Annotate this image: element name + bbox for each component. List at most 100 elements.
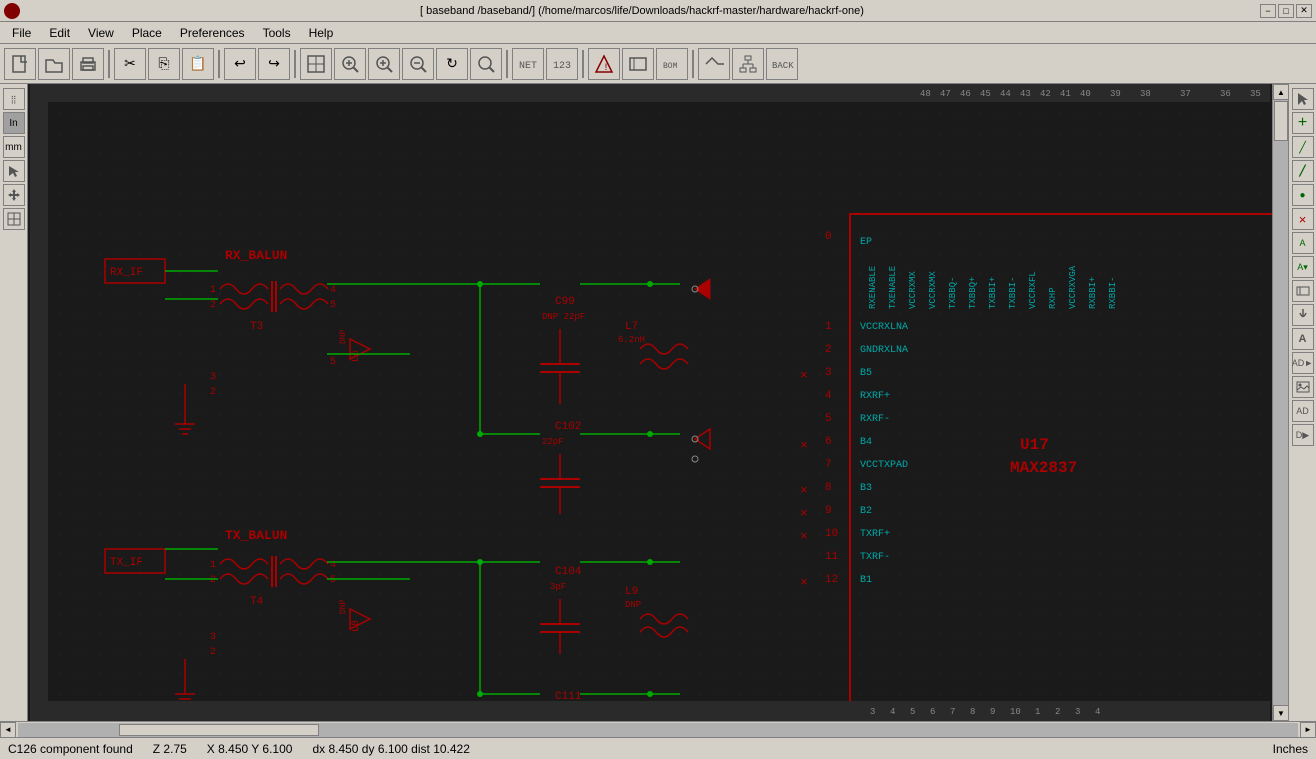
svg-text:VCCTXPAD: VCCTXPAD: [860, 460, 908, 471]
navigate-tool[interactable]: D▶: [1292, 424, 1314, 446]
fields-button[interactable]: [622, 48, 654, 80]
svg-text:5: 5: [825, 413, 832, 425]
maximize-button[interactable]: □: [1278, 4, 1294, 18]
svg-text:8: 8: [970, 707, 975, 717]
svg-text:RXRF-: RXRF-: [860, 414, 890, 425]
erc-button[interactable]: !: [588, 48, 620, 80]
svg-text:5: 5: [330, 357, 336, 368]
text-tool-2[interactable]: AD►: [1292, 352, 1314, 374]
refresh-button[interactable]: ↻: [436, 48, 468, 80]
menu-help[interactable]: Help: [301, 24, 342, 42]
print-button[interactable]: [72, 48, 104, 80]
undo-button[interactable]: ↩: [224, 48, 256, 80]
wire-tool[interactable]: ╱: [1292, 136, 1314, 158]
unit-mm-button[interactable]: mm: [3, 136, 25, 158]
copy-button[interactable]: ⎘: [148, 48, 180, 80]
netnavigator-button[interactable]: [698, 48, 730, 80]
menu-place[interactable]: Place: [124, 24, 170, 42]
globalnet-tool[interactable]: A▾: [1292, 256, 1314, 278]
menu-tools[interactable]: Tools: [255, 24, 299, 42]
svg-text:C102: C102: [555, 421, 581, 433]
minimize-button[interactable]: −: [1260, 4, 1276, 18]
svg-text:×: ×: [800, 368, 808, 383]
svg-text:37: 37: [1180, 89, 1191, 99]
noconnect-tool[interactable]: ×: [1292, 208, 1314, 230]
svg-text:9: 9: [990, 707, 995, 717]
zoom-in-right[interactable]: +: [1292, 112, 1314, 134]
app-icon: [4, 3, 20, 19]
sep3: [294, 50, 296, 78]
power-tool[interactable]: [1292, 304, 1314, 326]
close-button[interactable]: ✕: [1296, 4, 1312, 18]
units: Inches: [1273, 742, 1308, 756]
find-button[interactable]: [470, 48, 502, 80]
svg-text:7: 7: [825, 459, 832, 471]
move-tool[interactable]: [3, 184, 25, 206]
svg-text:3pF: 3pF: [550, 582, 566, 592]
title-text: [ baseband /baseband/] (/home/marcos/lif…: [24, 5, 1260, 17]
svg-text:VCCRXFL: VCCRXFL: [1028, 271, 1038, 309]
redo-button[interactable]: ↪: [258, 48, 290, 80]
image-tool[interactable]: [1292, 376, 1314, 398]
svg-text:2: 2: [210, 647, 216, 658]
zoom-fit-button[interactable]: [300, 48, 332, 80]
svg-text:38: 38: [1140, 89, 1151, 99]
netlabel-tool[interactable]: A: [1292, 232, 1314, 254]
menu-file[interactable]: File: [4, 24, 39, 42]
scroll-thumb[interactable]: [1274, 101, 1288, 141]
component-count: C126 component found: [8, 742, 133, 756]
svg-text:39: 39: [1110, 89, 1121, 99]
open-button[interactable]: [38, 48, 70, 80]
svg-text:43: 43: [1020, 89, 1031, 99]
bom-button[interactable]: BOM: [656, 48, 688, 80]
scroll-down-button[interactable]: ▼: [1273, 705, 1289, 721]
svg-text:5: 5: [330, 575, 336, 586]
svg-text:4: 4: [330, 285, 336, 296]
bus-tool[interactable]: ╱: [1292, 160, 1314, 182]
zoom-in-button[interactable]: [368, 48, 400, 80]
paste-button[interactable]: 📋: [182, 48, 214, 80]
text-tool[interactable]: A: [1292, 328, 1314, 350]
svg-text:9: 9: [825, 505, 832, 517]
cursor-tool-right[interactable]: [1292, 88, 1314, 110]
dots-grip: ⣿: [3, 88, 25, 110]
cut-button[interactable]: ✂: [114, 48, 146, 80]
select-tool[interactable]: [3, 160, 25, 182]
scroll-left-button[interactable]: ◄: [0, 722, 16, 738]
netlist-button[interactable]: NET: [512, 48, 544, 80]
menu-preferences[interactable]: Preferences: [172, 24, 253, 42]
svg-text:RXRF+: RXRF+: [860, 391, 890, 402]
vertical-scrollbar[interactable]: ▲ ▼: [1272, 84, 1288, 721]
svg-text:VCCRXMX: VCCRXMX: [908, 271, 918, 309]
svg-text:RXHP: RXHP: [1048, 287, 1058, 309]
svg-text:40: 40: [1080, 89, 1091, 99]
horizontal-scrollbar[interactable]: ◄ ►: [0, 721, 1316, 737]
svg-text:×: ×: [800, 575, 808, 590]
canvas-area[interactable]: 48 47 46 45 44 43 42 41 40 39 38 37 36 3…: [28, 84, 1272, 721]
svg-text:1: 1: [210, 285, 216, 296]
menu-edit[interactable]: Edit: [41, 24, 78, 42]
new-button[interactable]: [4, 48, 36, 80]
svg-text:TX_BALUN: TX_BALUN: [225, 528, 287, 543]
unit-in-button[interactable]: In: [3, 112, 25, 134]
menu-view[interactable]: View: [80, 24, 122, 42]
svg-text:3: 3: [825, 367, 832, 379]
svg-text:L7: L7: [625, 321, 638, 333]
scroll-track[interactable]: [1273, 100, 1288, 705]
annotate-button[interactable]: 123: [546, 48, 578, 80]
back-button[interactable]: BACK: [766, 48, 798, 80]
svg-text:10: 10: [1010, 707, 1021, 717]
junction-tool[interactable]: ●: [1292, 184, 1314, 206]
zoom-out-button[interactable]: [402, 48, 434, 80]
scroll-up-button[interactable]: ▲: [1273, 84, 1289, 100]
zoom-tool[interactable]: [3, 208, 25, 230]
svg-text:2: 2: [210, 300, 216, 311]
hierarchy-button[interactable]: [732, 48, 764, 80]
svg-text:×: ×: [800, 438, 808, 453]
scroll-right-button[interactable]: ►: [1300, 722, 1316, 738]
zoom-area-button[interactable]: [334, 48, 366, 80]
symbol-tool[interactable]: [1292, 280, 1314, 302]
h-scroll-thumb[interactable]: [119, 724, 319, 736]
sheet-tool[interactable]: AD: [1292, 400, 1314, 422]
h-scroll-track[interactable]: [18, 723, 1298, 737]
